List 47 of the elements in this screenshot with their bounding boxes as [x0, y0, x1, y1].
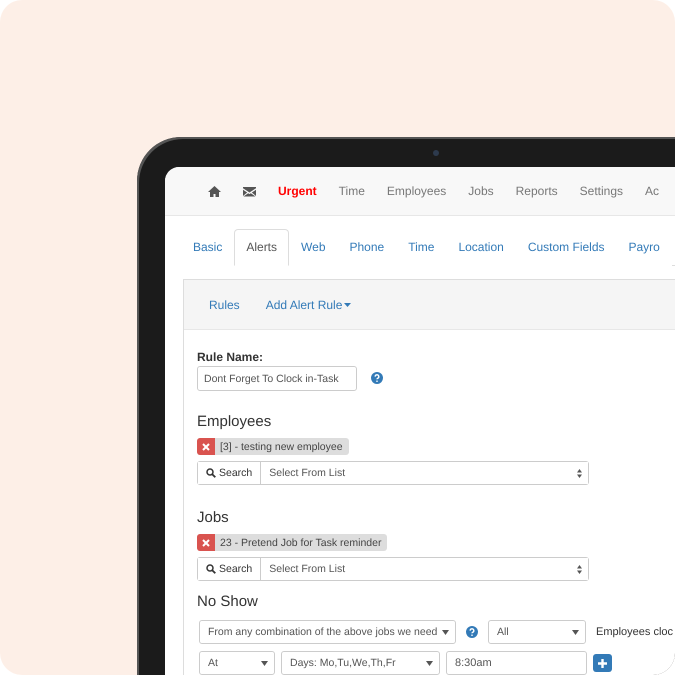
search-field[interactable]: Search Select From List — [197, 557, 589, 581]
nav-link[interactable]: Ac — [645, 184, 660, 198]
section-heading: Jobs — [197, 509, 230, 526]
close-icon — [202, 442, 210, 450]
camera-icon — [433, 150, 439, 156]
nav-link[interactable]: Jobs — [468, 184, 494, 198]
dropdown-select[interactable]: At — [199, 651, 275, 675]
dropdown-select[interactable]: From any combination of the above jobs we need — [199, 620, 456, 644]
tag: [3] - testing new employee — [197, 438, 349, 455]
tab[interactable]: Alerts — [234, 229, 290, 266]
tab[interactable]: Basic — [181, 229, 234, 266]
nav-link[interactable]: Urgent — [278, 184, 317, 198]
section-heading: No Show — [197, 593, 259, 610]
remove-button[interactable] — [197, 438, 215, 455]
add-button[interactable] — [593, 654, 612, 672]
nav-link[interactable]: Reports — [516, 184, 558, 198]
caret-icon — [572, 630, 579, 634]
tag: 23 - Pretend Job for Task reminder — [197, 534, 388, 551]
field-label: Rule Name: — [197, 350, 264, 364]
search-icon — [206, 468, 216, 478]
close-icon — [202, 538, 210, 546]
field-label: Employees cloc — [596, 626, 674, 638]
caret-icon — [261, 660, 268, 666]
nav-link[interactable]: Add Alert Rule — [266, 298, 352, 312]
dropdown-select[interactable]: All — [488, 620, 586, 644]
rule-name-input[interactable]: Dont Forget To Clock in-Task — [197, 366, 357, 391]
caret-icon — [426, 660, 433, 666]
help-icon[interactable] — [371, 372, 383, 384]
dropdown-select[interactable]: Days: Mo,Tu,We,Th,Fr — [281, 651, 440, 675]
mail-icon[interactable] — [243, 184, 256, 198]
search-button[interactable]: Search — [198, 462, 262, 484]
section-heading: Employees — [197, 413, 272, 430]
remove-button[interactable] — [197, 534, 215, 551]
search-field[interactable]: Search Select From List — [197, 461, 589, 485]
home-icon[interactable] — [208, 184, 221, 198]
help-icon[interactable] — [466, 626, 478, 638]
nav-link[interactable]: Time — [338, 184, 365, 198]
sort-icon — [577, 468, 582, 478]
sort-icon — [577, 564, 582, 574]
nav-link[interactable]: Rules — [209, 298, 240, 312]
caret-icon — [442, 630, 449, 634]
nav-link[interactable]: Settings — [580, 184, 624, 198]
plus-icon — [598, 658, 607, 668]
nav-link[interactable]: Employees — [386, 184, 446, 198]
time-input[interactable]: 8:30am — [446, 651, 587, 675]
search-button[interactable]: Search — [198, 558, 262, 580]
search-icon — [206, 564, 216, 574]
